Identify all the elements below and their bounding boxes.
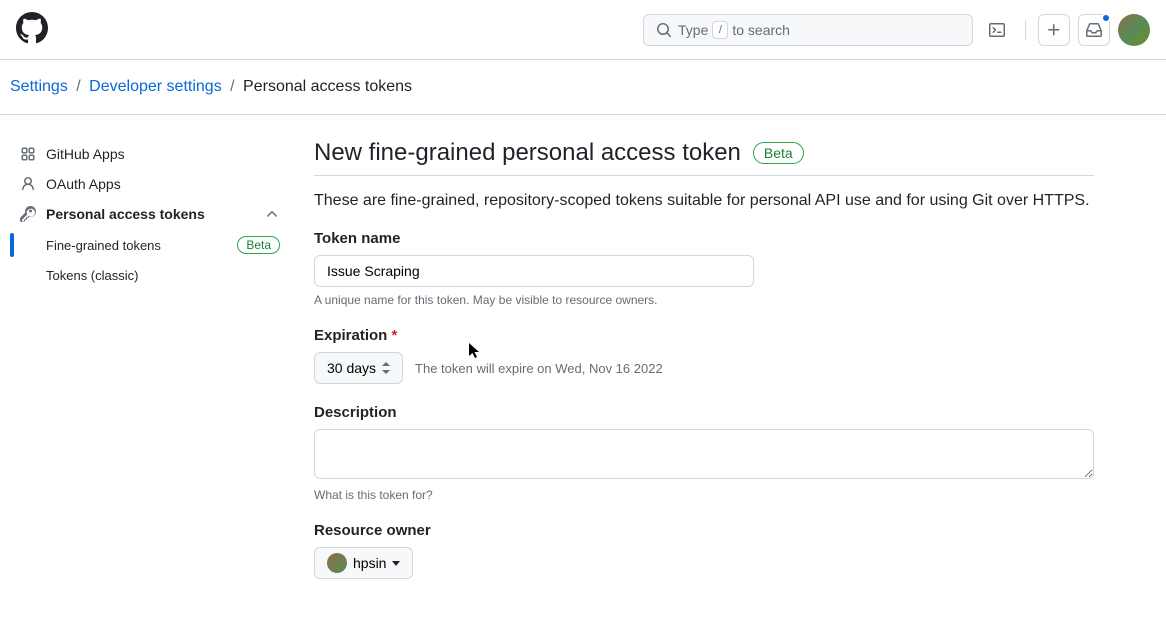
key-icon xyxy=(20,206,36,222)
divider xyxy=(1025,20,1026,40)
search-input[interactable]: Type / to search xyxy=(643,14,973,46)
topbar-left xyxy=(16,12,48,47)
beta-badge: Beta xyxy=(237,236,280,254)
sidebar-item-label: Fine-grained tokens xyxy=(46,238,161,253)
search-icon xyxy=(656,22,672,38)
breadcrumb: Settings / Developer settings / Personal… xyxy=(0,60,1166,115)
token-name-input[interactable] xyxy=(314,255,754,287)
layout: GitHub Apps OAuth Apps Personal access t… xyxy=(0,115,1166,623)
main-content: New fine-grained personal access token B… xyxy=(314,139,1094,599)
page-title-row: New fine-grained personal access token B… xyxy=(314,139,1094,176)
token-name-note: A unique name for this token. May be vis… xyxy=(314,293,1094,307)
person-icon xyxy=(20,176,36,192)
description-note: What is this token for? xyxy=(314,488,1094,502)
github-icon xyxy=(16,12,48,44)
resource-owner-label: Resource owner xyxy=(314,522,1094,539)
plus-icon xyxy=(1046,22,1062,38)
sidebar-item-github-apps[interactable]: GitHub Apps xyxy=(10,139,290,169)
caret-down-icon xyxy=(392,561,400,566)
apps-icon xyxy=(20,146,36,162)
token-name-label: Token name xyxy=(314,230,1094,247)
select-caret-icon xyxy=(382,362,390,374)
command-palette-button[interactable] xyxy=(981,14,1013,46)
field-expiration: Expiration * 30 days The token will expi… xyxy=(314,327,1094,384)
expiration-select[interactable]: 30 days xyxy=(314,352,403,384)
breadcrumb-current: Personal access tokens xyxy=(243,78,412,95)
field-description: Description What is this token for? xyxy=(314,404,1094,502)
inbox-icon xyxy=(1086,22,1102,38)
search-placeholder: Type / to search xyxy=(678,21,790,39)
sidebar-item-oauth-apps[interactable]: OAuth Apps xyxy=(10,169,290,199)
beta-badge: Beta xyxy=(753,142,804,164)
notification-dot xyxy=(1101,13,1111,23)
sidebar-group-label: Personal access tokens xyxy=(46,206,205,222)
sidebar-item-label: Tokens (classic) xyxy=(46,268,138,283)
required-star: * xyxy=(392,327,398,344)
sidebar-item-tokens-classic[interactable]: Tokens (classic) xyxy=(10,261,290,290)
sidebar-item-fine-grained[interactable]: Fine-grained tokens Beta xyxy=(10,229,290,261)
topbar-right: Type / to search xyxy=(643,14,1150,46)
user-avatar[interactable] xyxy=(1118,14,1150,46)
description-input[interactable] xyxy=(314,429,1094,479)
chevron-up-icon xyxy=(264,206,280,222)
slash-key-icon: / xyxy=(712,21,728,39)
owner-avatar xyxy=(327,553,347,573)
resource-owner-select[interactable]: hpsin xyxy=(314,547,413,579)
breadcrumb-developer-settings[interactable]: Developer settings xyxy=(89,78,222,95)
topbar: Type / to search xyxy=(0,0,1166,60)
sidebar-item-label: GitHub Apps xyxy=(46,146,125,162)
terminal-icon xyxy=(989,22,1005,38)
notifications-button[interactable] xyxy=(1078,14,1110,46)
field-resource-owner: Resource owner hpsin xyxy=(314,522,1094,579)
github-logo[interactable] xyxy=(16,12,48,47)
sidebar-group-pat[interactable]: Personal access tokens xyxy=(10,199,290,229)
page-title: New fine-grained personal access token xyxy=(314,139,741,167)
expiration-label: Expiration * xyxy=(314,327,1094,344)
description-label: Description xyxy=(314,404,1094,421)
intro-text: These are fine-grained, repository-scope… xyxy=(314,192,1094,210)
sidebar: GitHub Apps OAuth Apps Personal access t… xyxy=(10,139,290,599)
expiration-hint: The token will expire on Wed, Nov 16 202… xyxy=(415,361,663,376)
field-token-name: Token name A unique name for this token.… xyxy=(314,230,1094,307)
sidebar-item-label: OAuth Apps xyxy=(46,176,121,192)
breadcrumb-settings[interactable]: Settings xyxy=(10,78,68,95)
create-new-button[interactable] xyxy=(1038,14,1070,46)
